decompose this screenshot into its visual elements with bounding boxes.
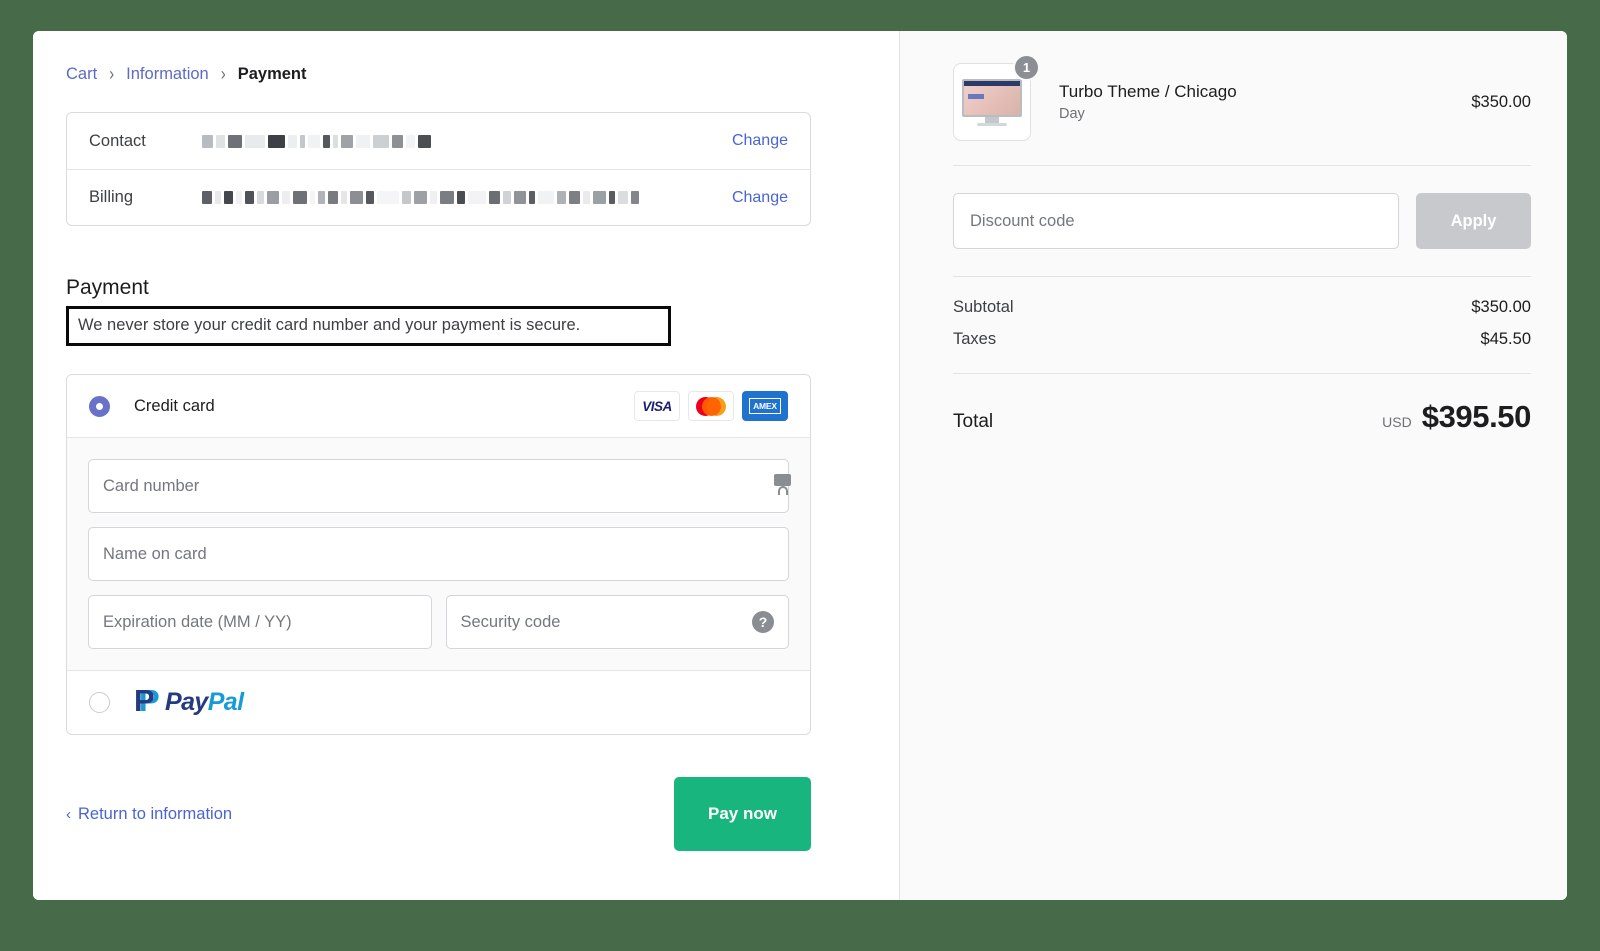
subtotal-label: Subtotal	[953, 298, 1014, 316]
pay-now-button[interactable]: Pay now	[674, 777, 811, 851]
paypal-option-row[interactable]: P P PayPal	[67, 670, 810, 734]
name-on-card-placeholder: Name on card	[103, 544, 207, 563]
subtotal-row: Subtotal $350.00	[953, 298, 1531, 317]
chevron-right-icon: ›	[220, 63, 226, 86]
return-to-information-link[interactable]: ‹ Return to information	[66, 805, 232, 824]
chevron-left-icon: ‹	[66, 805, 71, 823]
amex-logo: AMEX	[742, 391, 788, 421]
line-item-title: Turbo Theme / Chicago	[1059, 82, 1237, 101]
total-label: Total	[953, 411, 994, 432]
credit-card-fields: Card number Name on card Expiration date…	[67, 437, 810, 670]
breadcrumb-payment: Payment	[237, 65, 307, 83]
credit-card-option-row[interactable]: Credit card VISA AMEX	[67, 375, 810, 437]
card-number-field[interactable]: Card number	[88, 459, 791, 513]
grand-total-row: Total USD $395.50	[953, 374, 1531, 435]
line-item: 1 Turbo Theme / Chicago Day $350.00	[953, 54, 1531, 165]
secure-payment-note: We never store your credit card number a…	[66, 306, 671, 346]
expiration-placeholder: Expiration date (MM / YY)	[103, 612, 292, 631]
credit-card-radio[interactable]	[89, 395, 110, 417]
line-item-text: Turbo Theme / Chicago Day	[1059, 82, 1237, 122]
mastercard-logo	[688, 391, 734, 421]
help-icon[interactable]: ?	[752, 611, 774, 633]
security-code-placeholder: Security code	[460, 612, 561, 631]
discount-row: Apply	[953, 166, 1531, 276]
discount-code-input[interactable]	[953, 193, 1399, 249]
paypal-logo: P P PayPal	[134, 682, 244, 718]
order-summary-column: 1 Turbo Theme / Chicago Day $350.00 Appl…	[899, 31, 1567, 900]
expiry-security-row: Expiration date (MM / YY) Security code …	[88, 595, 789, 649]
monitor-icon	[962, 78, 1022, 126]
form-actions: ‹ Return to information Pay now	[66, 777, 811, 851]
line-item-variant: Day	[1059, 106, 1085, 122]
change-contact-link[interactable]: Change	[732, 132, 788, 150]
taxes-row: Taxes $45.50	[953, 330, 1531, 349]
breadcrumb-information[interactable]: Information	[126, 65, 209, 84]
contact-value-redacted	[202, 134, 732, 148]
line-item-price: $350.00	[1471, 92, 1531, 111]
subtotal-value: $350.00	[1471, 298, 1531, 316]
checkout-main-column: Cart › Information › Payment Contact Cha…	[33, 31, 899, 900]
name-on-card-field[interactable]: Name on card	[88, 527, 789, 581]
billing-value-redacted	[202, 191, 732, 205]
taxes-value: $45.50	[1480, 330, 1531, 348]
card-number-placeholder: Card number	[103, 476, 200, 495]
contact-row: Contact Change	[67, 113, 810, 169]
security-code-field[interactable]: Security code ?	[445, 595, 789, 649]
card-brand-logos: VISA AMEX	[634, 391, 788, 421]
payment-section-title: Payment	[66, 276, 149, 299]
paypal-pay-text: Pay	[165, 688, 208, 716]
product-thumbnail-wrap: 1	[953, 54, 1040, 141]
customer-info-card: Contact Change Billing Change	[66, 112, 811, 226]
taxes-label: Taxes	[953, 330, 997, 348]
quantity-badge: 1	[1013, 54, 1040, 81]
chevron-right-icon: ›	[109, 63, 115, 86]
currency-code: USD	[1382, 414, 1412, 430]
expiration-date-field[interactable]: Expiration date (MM / YY)	[88, 595, 432, 649]
total-value: $395.50	[1421, 399, 1532, 434]
breadcrumb-cart[interactable]: Cart	[66, 65, 97, 84]
return-link-label: Return to information	[78, 804, 233, 823]
credit-card-label: Credit card	[134, 396, 215, 415]
billing-row: Billing Change	[67, 169, 810, 225]
visa-logo: VISA	[634, 391, 680, 421]
paypal-radio[interactable]	[89, 692, 110, 713]
payment-methods-card: Credit card VISA AMEX Card number Name o…	[66, 374, 811, 735]
change-billing-link[interactable]: Change	[732, 189, 788, 207]
totals-list: Subtotal $350.00 Taxes $45.50	[953, 277, 1531, 373]
checkout-window: Cart › Information › Payment Contact Cha…	[33, 31, 1567, 900]
paypal-pal-text: Pal	[207, 688, 244, 716]
breadcrumb: Cart › Information › Payment	[66, 63, 853, 86]
contact-label: Contact	[89, 131, 146, 150]
billing-label: Billing	[89, 188, 134, 206]
apply-discount-button[interactable]: Apply	[1416, 193, 1531, 249]
